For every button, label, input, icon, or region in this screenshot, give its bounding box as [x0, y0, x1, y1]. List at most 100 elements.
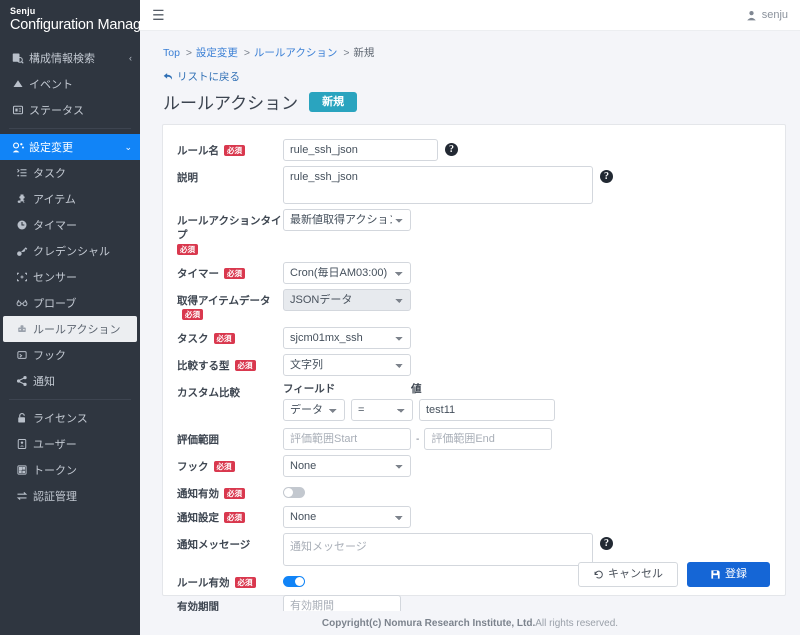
brand-top-text: Senju — [10, 6, 36, 16]
form-row-rule-name: ルール名必須 ? — [163, 139, 785, 161]
help-icon[interactable]: ? — [600, 170, 613, 183]
user-icon — [16, 438, 33, 450]
status-badge: 新規 — [309, 91, 358, 112]
help-icon[interactable]: ? — [445, 143, 458, 156]
compare-type-select[interactable]: 文字列 — [283, 354, 411, 376]
sidebar-item-search[interactable]: 構成情報検索 ‹ — [0, 45, 140, 71]
sidebar-item-auth[interactable]: 認証管理 — [0, 483, 140, 509]
breadcrumb-separator: > — [185, 47, 192, 59]
sidebar-item-token[interactable]: トークン — [0, 457, 140, 483]
help-icon[interactable]: ? — [600, 537, 613, 550]
form-row-eval-range: 評価範囲 - — [163, 428, 785, 450]
hook-icon — [16, 349, 33, 361]
eval-range-start-input[interactable] — [283, 428, 411, 450]
back-arrow-icon — [163, 71, 174, 82]
sidebar-item-label: 通知 — [33, 376, 55, 388]
task-select[interactable]: sjcm01mx_ssh — [283, 327, 411, 349]
event-icon — [12, 78, 29, 90]
hook-select[interactable]: None — [283, 455, 411, 477]
required-badge: 必須 — [213, 461, 235, 472]
token-icon — [16, 464, 33, 476]
rule-name-input[interactable] — [283, 139, 438, 161]
label-hook: フック 必須 — [177, 455, 283, 474]
notify-enabled-toggle[interactable] — [283, 487, 305, 498]
label-rule-name: ルール名 必須 — [177, 139, 283, 158]
form-row-description: 説明 rule_ssh_json ? — [163, 166, 785, 204]
valid-period-input[interactable] — [283, 595, 401, 611]
card-footer: キャンセル 登録 — [163, 562, 785, 587]
chevron-left-icon[interactable]: ‹ — [129, 53, 132, 63]
label-text: タスク — [177, 333, 209, 345]
description-textarea[interactable]: rule_ssh_json — [283, 166, 593, 204]
sidebar-item-item[interactable]: アイテム — [0, 186, 140, 212]
sidebar-item-task[interactable]: タスク — [0, 160, 140, 186]
sidebar-item-label: タイマー — [33, 220, 77, 232]
undo-icon — [593, 569, 604, 580]
topbar-user-area[interactable]: senju — [746, 9, 788, 21]
breadcrumb-separator: > — [243, 47, 250, 59]
required-badge: 必須 — [224, 145, 245, 156]
main-area: ☰ senju Top > 設定変更 > ルールアクション > 新規 リストに戻… — [140, 0, 800, 635]
sidebar-item-label: ステータス — [29, 105, 84, 117]
eval-range-end-input[interactable] — [424, 428, 553, 450]
breadcrumb-item-settings[interactable]: 設定変更 — [196, 47, 238, 59]
sidebar-item-notify[interactable]: 通知 — [0, 368, 140, 394]
sidebar-item-credential[interactable]: クレデンシャル — [0, 238, 140, 264]
custom-compare-field-select[interactable]: データ — [283, 399, 345, 421]
back-to-list-label: リストに戻る — [177, 71, 240, 83]
sidebar-item-license[interactable]: ライセンス — [0, 405, 140, 431]
sidebar-item-probe[interactable]: プローブ — [0, 290, 140, 316]
top-bar: ☰ senju — [140, 0, 800, 31]
chevron-down-icon[interactable]: ⌄ — [124, 142, 132, 153]
cancel-button[interactable]: キャンセル — [578, 562, 678, 587]
form-row-custom-compare: カスタム比較 フィールド 値 データ = — [163, 381, 785, 421]
search-db-icon — [12, 52, 29, 64]
hamburger-icon[interactable]: ☰ — [152, 8, 165, 22]
rule-action-type-select[interactable]: 最新値取得アクション — [283, 209, 411, 231]
probe-icon — [16, 297, 33, 309]
breadcrumb-item-rule-action[interactable]: ルールアクション — [254, 47, 337, 59]
sidebar-item-timer[interactable]: タイマー — [0, 212, 140, 238]
page-title: ルールアクション — [163, 94, 299, 113]
status-icon — [12, 104, 29, 116]
timer-select[interactable]: Cron(毎日AM03:00) — [283, 262, 411, 284]
required-badge: 必須 — [234, 360, 256, 371]
form-row-task: タスク 必須 sjcm01mx_ssh — [163, 327, 785, 349]
sidebar-item-user[interactable]: ユーザー — [0, 431, 140, 457]
form-row-compare-type: 比較する型 必須 文字列 — [163, 354, 785, 376]
sidebar-item-label: ライセンス — [33, 413, 88, 425]
sidebar-item-label: ユーザー — [33, 439, 77, 451]
notify-icon — [16, 375, 33, 387]
label-text: フック — [177, 461, 209, 473]
custom-compare-value-input[interactable] — [419, 399, 555, 421]
item-data-select[interactable]: JSONデータ — [283, 289, 411, 311]
sidebar-divider — [9, 128, 131, 129]
sidebar-item-status[interactable]: ステータス — [0, 97, 140, 123]
custom-compare-operator-select[interactable]: = — [351, 399, 413, 421]
sidebar-item-rule-action[interactable]: ルールアクション — [3, 316, 137, 342]
label-timer: タイマー 必須 — [177, 262, 283, 281]
sidebar-item-sensor[interactable]: センサー — [0, 264, 140, 290]
sidebar-item-label: アイテム — [33, 194, 76, 206]
label-task: タスク 必須 — [177, 327, 283, 346]
sidebar-item-settings[interactable]: 設定変更 ⌄ — [0, 134, 140, 160]
label-text: 説明 — [177, 172, 198, 184]
sidebar-item-hook[interactable]: フック — [0, 342, 140, 368]
back-to-list-link[interactable]: リストに戻る — [163, 69, 240, 84]
breadcrumb-item-top[interactable]: Top — [163, 47, 180, 59]
page-title-row: ルールアクション 新規 — [163, 89, 788, 114]
brand-logo[interactable]: Senju Configuration Manager — [0, 0, 154, 43]
label-text: 通知メッセージ — [177, 539, 251, 551]
sidebar-item-event[interactable]: イベント — [0, 71, 140, 97]
sidebar-item-label: ルールアクション — [33, 324, 121, 336]
form-row-rule-action-type: ルールアクションタイプ 必須 最新値取得アクション — [163, 209, 785, 257]
notify-setting-select[interactable]: None — [283, 506, 411, 528]
form-row-hook: フック 必須 None — [163, 455, 785, 477]
label-eval-range: 評価範囲 — [177, 428, 283, 447]
label-text: 比較する型 — [177, 360, 230, 372]
label-custom-compare: カスタム比較 — [177, 381, 283, 400]
license-icon — [16, 412, 33, 424]
breadcrumb-separator: > — [343, 47, 350, 59]
save-button[interactable]: 登録 — [687, 562, 770, 587]
credential-icon — [16, 245, 33, 257]
